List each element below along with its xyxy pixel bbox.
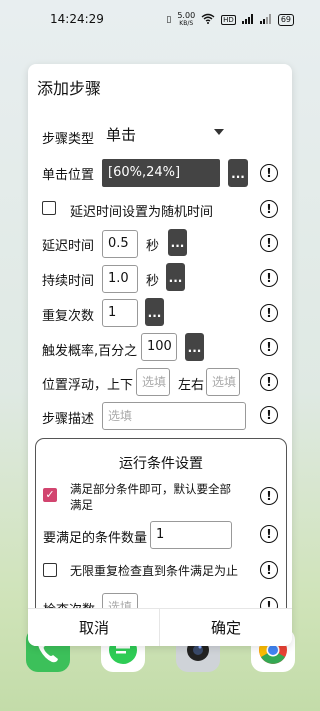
offset-vertical-input[interactable]: 选填 [136,368,170,396]
offset-horizontal-label: 左右 [178,378,205,393]
probability-info-icon[interactable]: ! [260,338,278,356]
click-position-field[interactable]: [60%,24%] [102,159,220,187]
delay-info-icon[interactable]: ! [260,234,278,252]
probability-input[interactable]: 100 [141,333,177,361]
partial-conditions-info-icon[interactable]: ! [260,487,278,505]
infinite-check-info-icon[interactable]: ! [260,561,278,579]
delay-unit: 秒 [146,239,160,254]
delay-more-button[interactable]: ... [168,229,187,256]
repeat-more-button[interactable]: ... [145,298,164,326]
step-type-select[interactable]: 单击 [106,124,224,148]
partial-conditions-label-line1: 满足部分条件即可，默认要全部 [70,482,231,496]
click-position-label: 单击位置 [42,168,95,183]
offset-label: 位置浮动，上下 [42,378,134,393]
probability-more-button[interactable]: ... [185,333,204,361]
duration-unit: 秒 [146,274,160,289]
network-speed-value: 5.00 [177,11,196,20]
duration-info-icon[interactable]: ! [260,269,278,287]
signal-icon-1 [241,13,254,27]
delay-input[interactable]: 0.5 [102,230,138,258]
required-count-info-icon[interactable]: ! [260,525,278,543]
battery-icon: 69 [277,14,294,26]
random-delay-checkbox[interactable] [42,201,56,215]
description-info-icon[interactable]: ! [260,406,278,424]
click-position-info-icon[interactable]: ! [260,164,278,182]
click-position-more-button[interactable]: ... [228,159,248,187]
status-icons: ▯ 5.00 KB/S HD 69 [166,12,294,28]
run-conditions-title: 运行条件设置 [119,456,203,472]
step-type-label: 步骤类型 [42,132,95,147]
random-delay-label: 延迟时间设置为随机时间 [70,205,214,220]
dialog-title: 添加步骤 [37,79,102,98]
confirm-button[interactable]: 确定 [160,609,292,646]
signal-icon-2 [259,13,272,27]
duration-more-button[interactable]: ... [166,263,185,291]
dropdown-arrow-icon [214,129,224,135]
add-step-dialog: 添加步骤 步骤类型 单击 单击位置 [60%,24%] ... ! 延迟时间设置… [28,64,292,646]
duration-input[interactable]: 1.0 [102,265,138,293]
status-bar: 14:24:29 ▯ 5.00 KB/S HD 69 [0,0,320,40]
partial-conditions-label: 满足部分条件即可，默认要全部 满足 [70,481,231,513]
offset-info-icon[interactable]: ! [260,373,278,391]
status-time: 14:24:29 [50,12,104,26]
repeat-label: 重复次数 [42,309,95,324]
step-type-value: 单击 [106,126,137,144]
partial-conditions-checkbox[interactable]: ✓ [43,488,57,502]
description-input[interactable]: 选填 [102,402,246,430]
required-count-label: 要满足的条件数量 [43,531,148,546]
repeat-input[interactable]: 1 [102,299,138,327]
duration-label: 持续时间 [42,274,95,289]
vibrate-icon: ▯ [166,15,172,25]
infinite-check-checkbox[interactable] [43,563,57,577]
partial-conditions-label-line2: 满足 [70,498,93,512]
sim-badge: HD [221,15,236,25]
repeat-info-icon[interactable]: ! [260,304,278,322]
delay-label: 延迟时间 [42,239,95,254]
description-label: 步骤描述 [42,412,95,427]
random-delay-info-icon[interactable]: ! [260,200,278,218]
required-count-input[interactable]: 1 [150,521,232,549]
network-speed-unit: KB/S [179,20,194,27]
cancel-button[interactable]: 取消 [28,609,160,646]
offset-horizontal-input[interactable]: 选填 [206,368,240,396]
dialog-footer: 取消 确定 [28,608,292,646]
probability-label: 触发概率,百分之 [42,344,138,359]
network-speed: 5.00 KB/S [177,12,195,28]
infinite-check-label: 无限重复检查直到条件满足为止 [70,564,239,578]
wifi-icon [201,13,215,27]
